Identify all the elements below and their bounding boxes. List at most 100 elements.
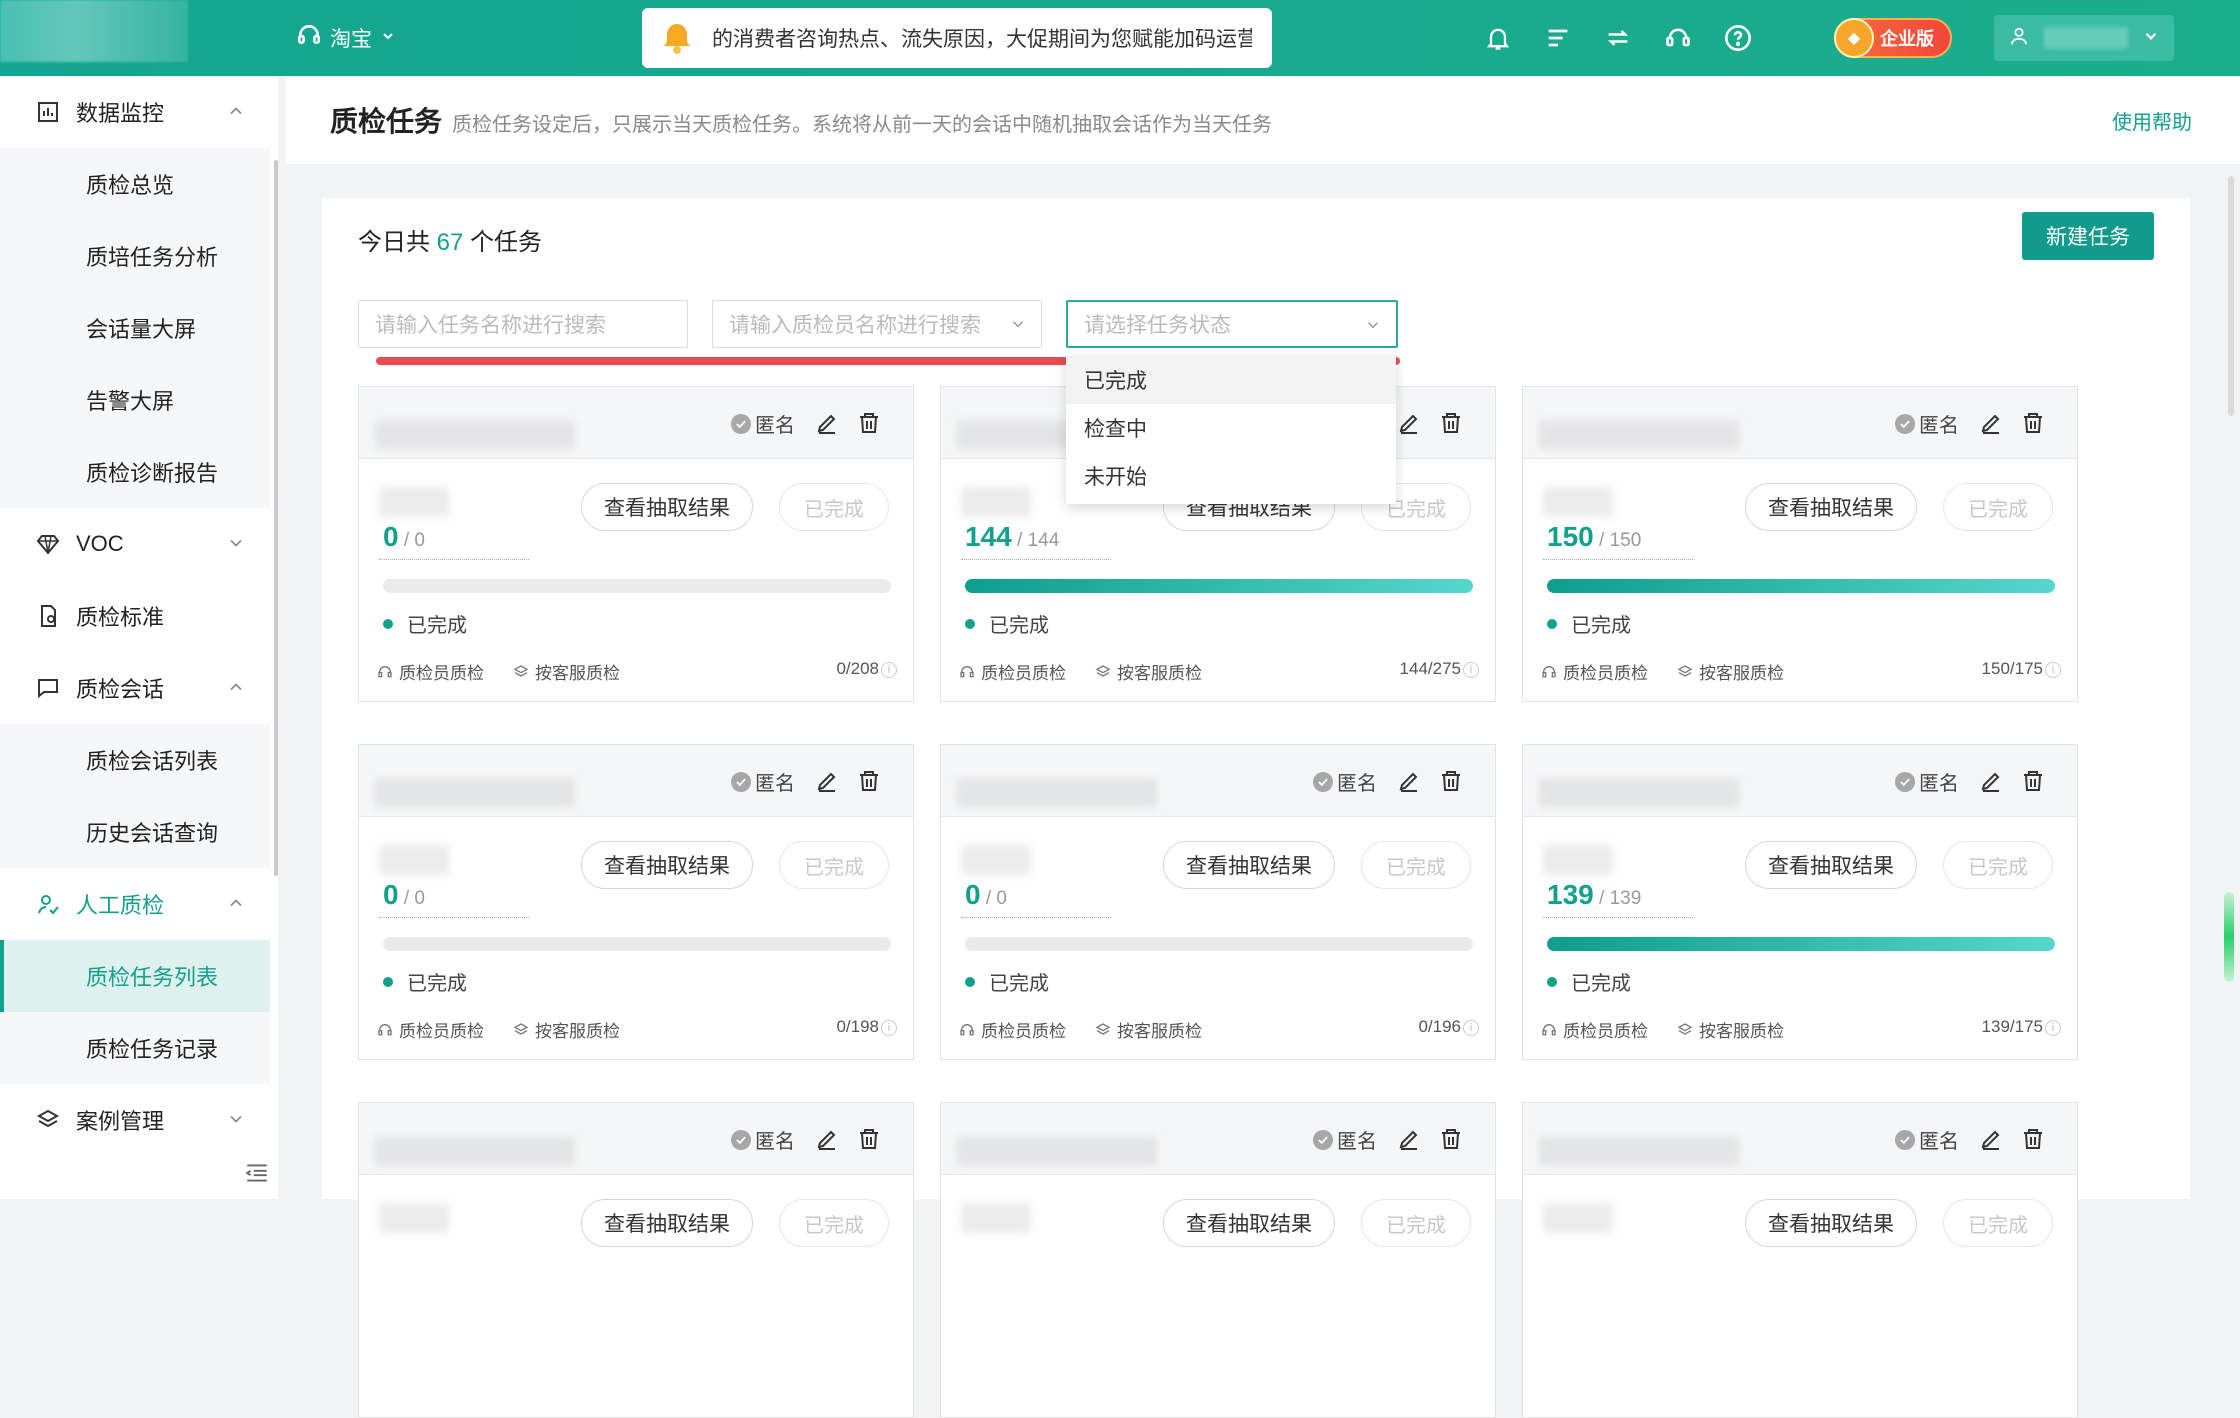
anonymous-toggle[interactable]: 匿名 [731,409,795,438]
view-result-button[interactable]: 查看抽取结果 [581,483,753,531]
task-search-input[interactable]: 请输入任务名称进行搜索 [358,300,688,348]
new-task-button[interactable]: 新建任务 [2022,212,2154,260]
chevron-down-icon [230,1115,242,1123]
check-icon [731,771,751,792]
edit-icon[interactable] [1397,411,1421,435]
inspector-select[interactable]: 请输入质检员名称进行搜索 [712,300,1042,348]
info-icon[interactable]: i [2045,662,2061,678]
page-scrollbar[interactable] [2228,176,2234,416]
status-option-done[interactable]: 已完成 [1066,356,1396,404]
count-prefix: 今日共 [358,229,430,256]
anonymous-toggle[interactable]: 匿名 [731,1125,795,1154]
status-label: 已完成 [1571,615,1631,637]
sidebar-item-cases[interactable]: 案例管理 [0,1084,270,1156]
sidebar-item-session-screen[interactable]: 会话量大屏 [0,292,270,364]
done-count: 150 [1547,521,1594,552]
notice-banner[interactable]: 的消费者咨询热点、流失原因，大促期间为您赋能加码运营 [642,8,1272,68]
divider [961,917,1111,918]
edit-icon[interactable] [1397,769,1421,793]
anonymous-toggle[interactable]: 匿名 [1313,1125,1377,1154]
view-result-button[interactable]: 查看抽取结果 [1163,841,1335,889]
sidebar-item-overview[interactable]: 质检总览 [0,148,270,220]
trash-icon[interactable] [857,769,881,793]
view-result-button[interactable]: 查看抽取结果 [581,841,753,889]
support-icon[interactable] [1662,22,1694,54]
sidebar-item-sessions[interactable]: 质检会话 [0,652,270,724]
inspector-mode-label: 质检员质检 [1563,1022,1648,1041]
page-title: 质检任务 [330,106,443,137]
trash-icon[interactable] [1439,769,1463,793]
sidebar-item-manual-qc[interactable]: 人工质检 [0,868,270,940]
sidebar-item-history[interactable]: 历史会话查询 [0,796,270,868]
status-select[interactable]: 请选择任务状态 [1066,300,1398,348]
completed-button: 已完成 [779,483,889,531]
anonymous-toggle[interactable]: 匿名 [1313,767,1377,796]
task-card: 匿名 150 / 150 查看抽取结果 已完成 已完成 质检员质检 按客服质检 … [1522,386,2078,702]
help-link[interactable]: 使用帮助 [2112,106,2192,135]
sidebar-item-label: 质检标准 [76,605,165,630]
sidebar-item-standard[interactable]: 质检标准 [0,580,270,652]
list-icon[interactable] [1542,22,1574,54]
sidebar-item-task-list[interactable]: 质检任务列表 [0,940,270,1012]
info-icon[interactable]: i [881,1020,897,1036]
trash-icon[interactable] [2021,769,2045,793]
view-result-button[interactable]: 查看抽取结果 [1745,1199,1917,1247]
sidebar-item-task-records[interactable]: 质检任务记录 [0,1012,270,1084]
sidebar-item-training-analysis[interactable]: 质培任务分析 [0,220,270,292]
info-icon[interactable]: i [1463,662,1479,678]
sample-ratio: 144/275 [1399,659,1461,678]
view-result-button[interactable]: 查看抽取结果 [1745,483,1917,531]
sidebar-item-session-list[interactable]: 质检会话列表 [0,724,270,796]
view-result-button[interactable]: 查看抽取结果 [581,1199,753,1247]
edit-icon[interactable] [1397,1127,1421,1151]
status-label: 已完成 [407,615,467,637]
task-subtitle [961,845,1031,875]
count-suffix: 个任务 [470,229,543,256]
count-value: 67 [436,229,464,256]
anonymous-toggle[interactable]: 匿名 [1895,767,1959,796]
anonymous-toggle[interactable]: 匿名 [731,767,795,796]
user-icon [2008,25,2030,52]
switch-icon[interactable] [1602,22,1634,54]
sidebar-scrollbar[interactable] [274,160,278,876]
sidebar-item-label: 人工质检 [76,893,165,918]
inspector-mode: 质检员质检 [377,1017,484,1042]
user-menu[interactable] [1994,15,2174,61]
collapse-sidebar-icon[interactable] [244,1160,270,1186]
sidebar-item-data-monitor[interactable]: 数据监控 [0,76,270,148]
sidebar-item-diagnosis-report[interactable]: 质检诊断报告 [0,436,270,508]
edit-icon[interactable] [815,769,839,793]
trash-icon[interactable] [857,411,881,435]
logo[interactable] [0,0,188,62]
trash-icon[interactable] [2021,1127,2045,1151]
trash-icon[interactable] [1439,1127,1463,1151]
edit-icon[interactable] [1979,1127,2003,1151]
help-icon[interactable] [1722,22,1754,54]
anonymous-toggle[interactable]: 匿名 [1895,1125,1959,1154]
status-option-not-started[interactable]: 未开始 [1066,452,1396,500]
edit-icon[interactable] [815,411,839,435]
enterprise-badge[interactable]: ◆ 企业版 [1834,18,1952,58]
sidebar-item-voc[interactable]: VOC [0,508,270,580]
info-icon[interactable]: i [881,662,897,678]
info-icon[interactable]: i [2045,1020,2061,1036]
bell-icon [642,8,712,68]
task-search-placeholder: 请输入任务名称进行搜索 [375,314,606,337]
trash-icon[interactable] [1439,411,1463,435]
progress-bar [965,937,1473,951]
view-result-button[interactable]: 查看抽取结果 [1745,841,1917,889]
edit-icon[interactable] [815,1127,839,1151]
anonymous-toggle[interactable]: 匿名 [1895,409,1959,438]
edit-icon[interactable] [1979,411,2003,435]
platform-selector[interactable]: 淘宝 [296,22,396,54]
edit-icon[interactable] [1979,769,2003,793]
sidebar-item-alert-screen[interactable]: 告警大屏 [0,364,270,436]
task-card: 匿名 / 查看抽取结果 已完成 已完成 质检员质检 按客服质 [940,1102,1496,1418]
view-result-button[interactable]: 查看抽取结果 [1163,1199,1335,1247]
status-option-checking[interactable]: 检查中 [1066,404,1396,452]
trash-icon[interactable] [857,1127,881,1151]
bell-icon[interactable] [1482,22,1514,54]
info-icon[interactable]: i [1463,1020,1479,1036]
check-icon [1895,413,1915,434]
trash-icon[interactable] [2021,411,2045,435]
